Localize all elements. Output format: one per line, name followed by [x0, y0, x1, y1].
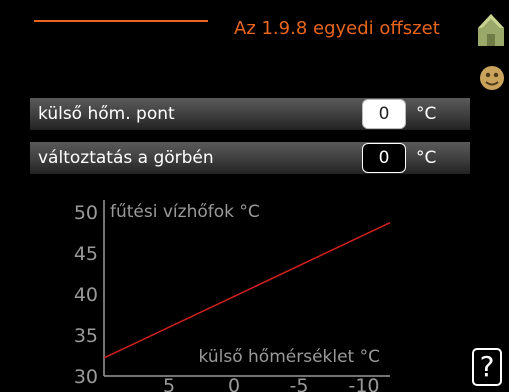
y-axis-label: fűtési vízhőfok °C [110, 202, 260, 222]
x-tick-label: 5 [163, 375, 175, 392]
x-tick-label: 0 [228, 375, 240, 392]
y-tick-label: 45 [74, 243, 98, 265]
y-tick-label: 35 [74, 325, 98, 347]
heat-curve-line [103, 221, 391, 359]
x-tick-label: -5 [290, 375, 309, 392]
x-tick-label: -10 [348, 375, 379, 392]
y-tick-label: 50 [74, 202, 98, 224]
y-tick-label: 40 [74, 284, 98, 306]
x-axis-label: külső hőmérséklet °C [199, 347, 380, 367]
y-tick-label: 30 [74, 366, 98, 388]
help-button[interactable]: ? [472, 348, 502, 386]
heat-curve-chart: 5045403530 5 0 -5 -10 fűtési vízhőfok °C kü… [74, 200, 391, 392]
